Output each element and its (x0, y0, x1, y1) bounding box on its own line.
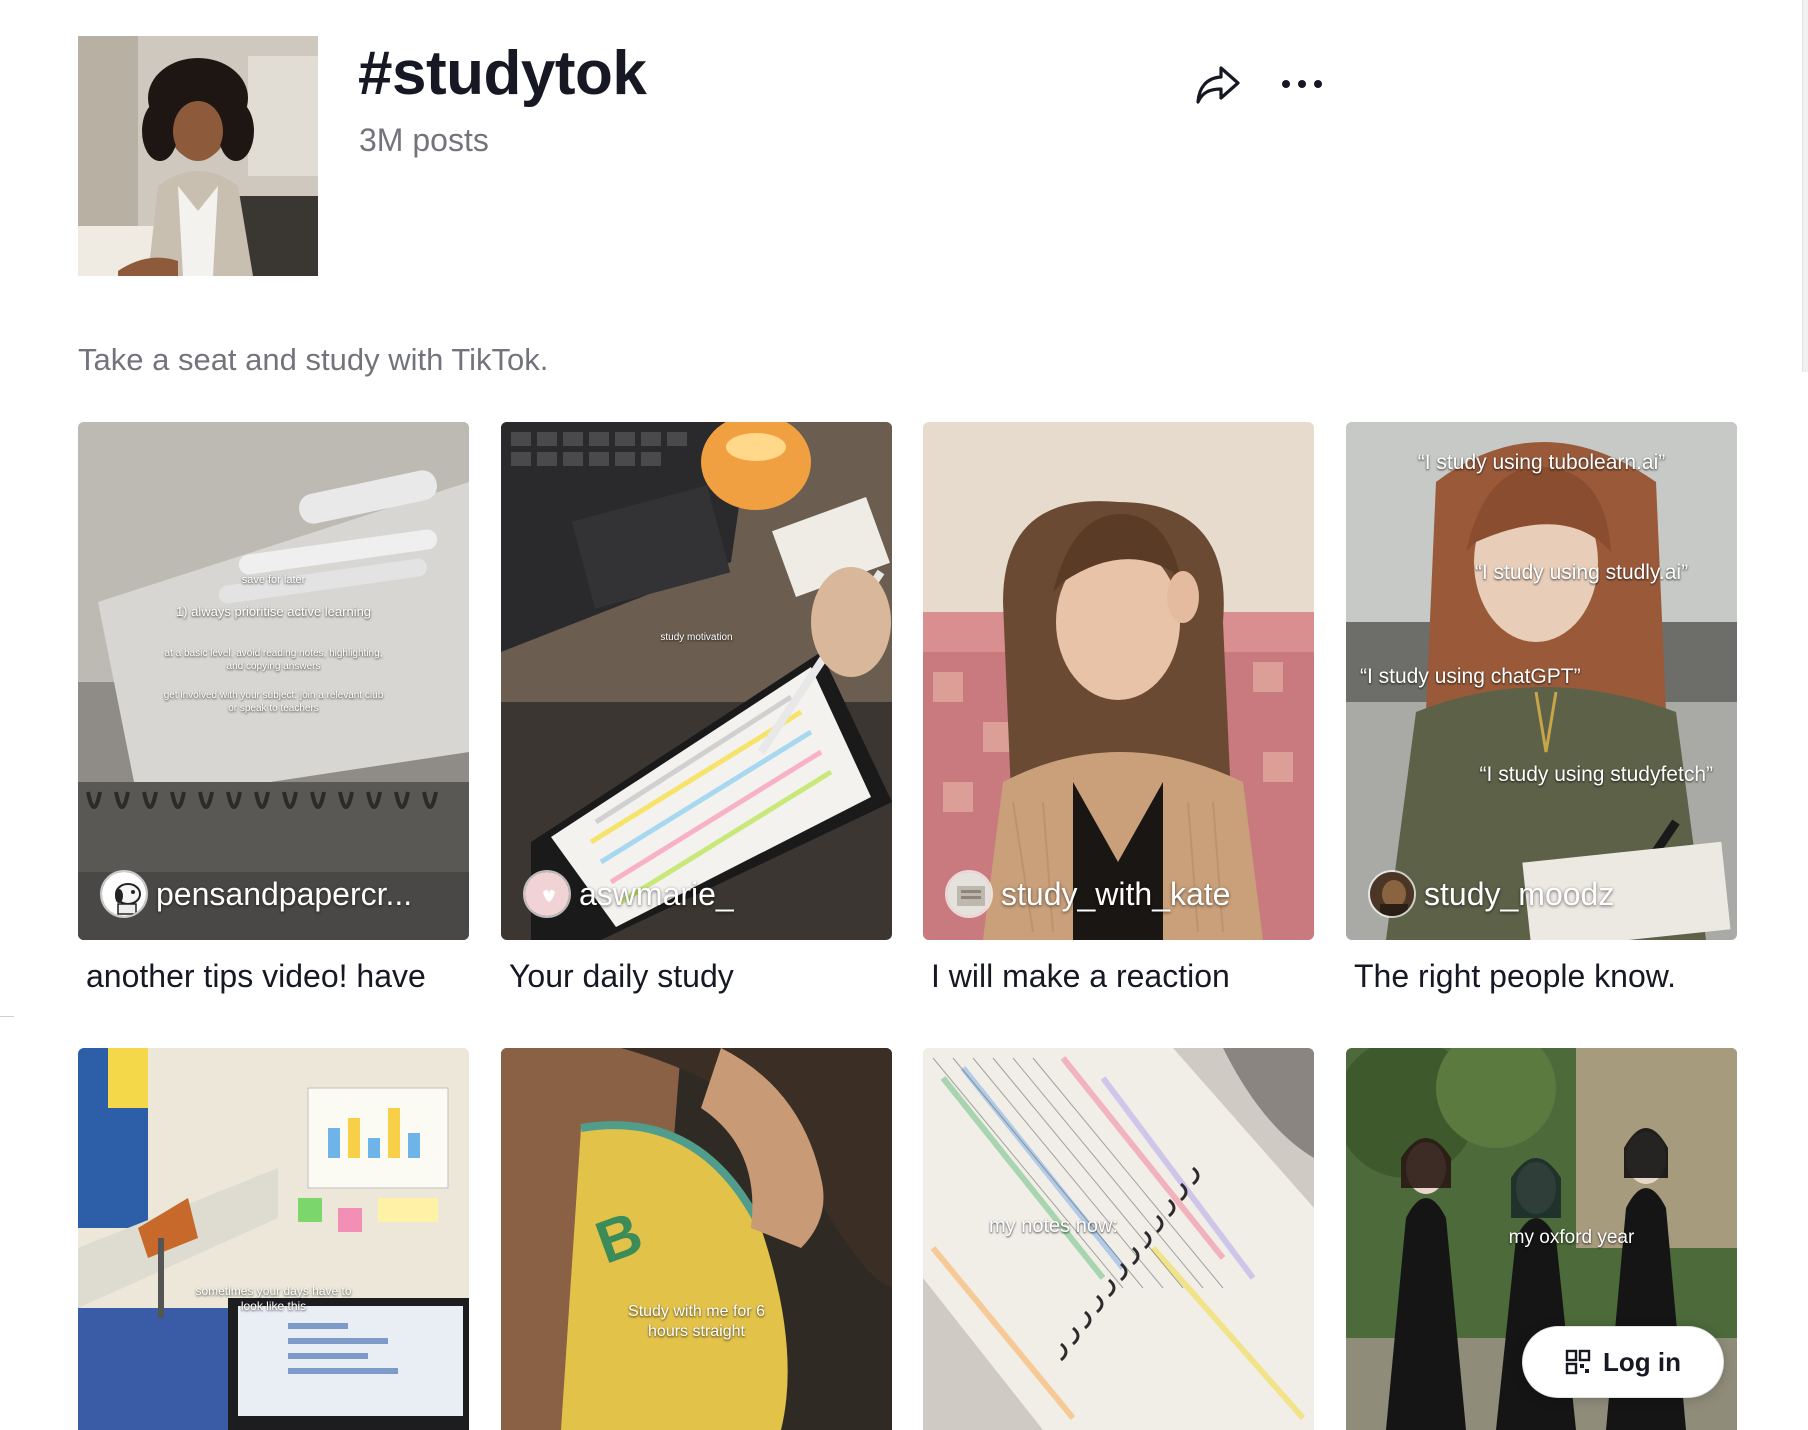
video-preview-image (501, 422, 892, 940)
edge-divider (0, 1016, 14, 1017)
author-link[interactable]: aswmarie_ (523, 870, 734, 918)
video-caption[interactable]: I will make a reaction (931, 958, 1314, 995)
page-title: #studytok (358, 39, 647, 108)
overlay-caption: “I study using tubolearn.ai” (1417, 451, 1666, 474)
author-name: pensandpapercr... (156, 875, 413, 912)
avatar (523, 870, 571, 918)
video-thumbnail[interactable]: study_with_kate (923, 422, 1314, 940)
overlay-caption: “I study using studly.ai” (1474, 561, 1689, 584)
video-caption[interactable]: another tips video! have (86, 958, 469, 995)
author-link[interactable]: study_moodz (1368, 870, 1614, 918)
qr-code-icon (1565, 1349, 1591, 1375)
author-name: study_moodz (1424, 875, 1615, 912)
overlay-caption: “I study using studyfetch” (1479, 763, 1713, 786)
video-preview-image (923, 1048, 1314, 1430)
video-thumbnail[interactable]: study motivation aswmarie_ (501, 422, 892, 940)
author-name: study_with_kate (1001, 875, 1231, 912)
share-arrow-icon (1196, 66, 1240, 104)
login-label: Log in (1603, 1346, 1681, 1377)
more-dots-icon (1282, 80, 1322, 88)
video-thumbnail[interactable]: my notes now: (923, 1048, 1314, 1430)
login-button[interactable]: Log in (1522, 1326, 1724, 1398)
overlay-caption: sometimes your days have to look like th… (195, 1284, 352, 1313)
overlay-caption: Study with me for 6 hours straight (628, 1303, 765, 1340)
scrollbar-track[interactable] (1802, 0, 1808, 372)
overlay-caption: my notes now: (989, 1215, 1118, 1237)
author-name: aswmarie_ (579, 875, 734, 912)
hashtag-cover-image (78, 36, 318, 276)
avatar (945, 870, 993, 918)
video-thumbnail[interactable]: sometimes your days have to look like th… (78, 1048, 469, 1430)
video-preview-image (78, 422, 469, 940)
avatar (100, 870, 148, 918)
video-caption[interactable]: The right people know. (1354, 958, 1737, 995)
avatar (1368, 870, 1416, 918)
overlay-caption: save for later (241, 574, 306, 586)
overlay-caption: my oxford year (1508, 1227, 1635, 1248)
overlay-caption: study motivation (660, 632, 733, 643)
overlay-caption: 1) always prioritise active learning (175, 604, 372, 619)
video-preview-image (923, 422, 1314, 940)
video-caption[interactable]: Your daily study (509, 958, 892, 995)
video-preview-image: B (501, 1048, 892, 1430)
more-options-button[interactable] (1274, 56, 1330, 112)
hashtag-header: #studytok 3M posts (78, 36, 1338, 276)
video-thumbnail[interactable]: B Study with me for 6 hours straight (501, 1048, 892, 1430)
overlay-caption: at a basic level, avoid reading notes, h… (164, 648, 383, 672)
author-link[interactable]: study_with_kate (945, 870, 1230, 918)
posts-count: 3M posts (359, 122, 489, 158)
video-preview-image (78, 1048, 469, 1430)
share-button[interactable] (1190, 56, 1246, 112)
overlay-caption: “I study using chatGPT” (1360, 665, 1581, 688)
video-thumbnail[interactable]: “I study using tubolearn.ai” “I study us… (1346, 422, 1737, 940)
author-link[interactable]: pensandpapercr... (100, 870, 412, 918)
video-thumbnail[interactable]: save for later 1) always prioritise acti… (78, 422, 469, 940)
hashtag-description: Take a seat and study with TikTok. (78, 342, 549, 377)
overlay-caption: get involved with your subject: join a r… (163, 690, 384, 714)
